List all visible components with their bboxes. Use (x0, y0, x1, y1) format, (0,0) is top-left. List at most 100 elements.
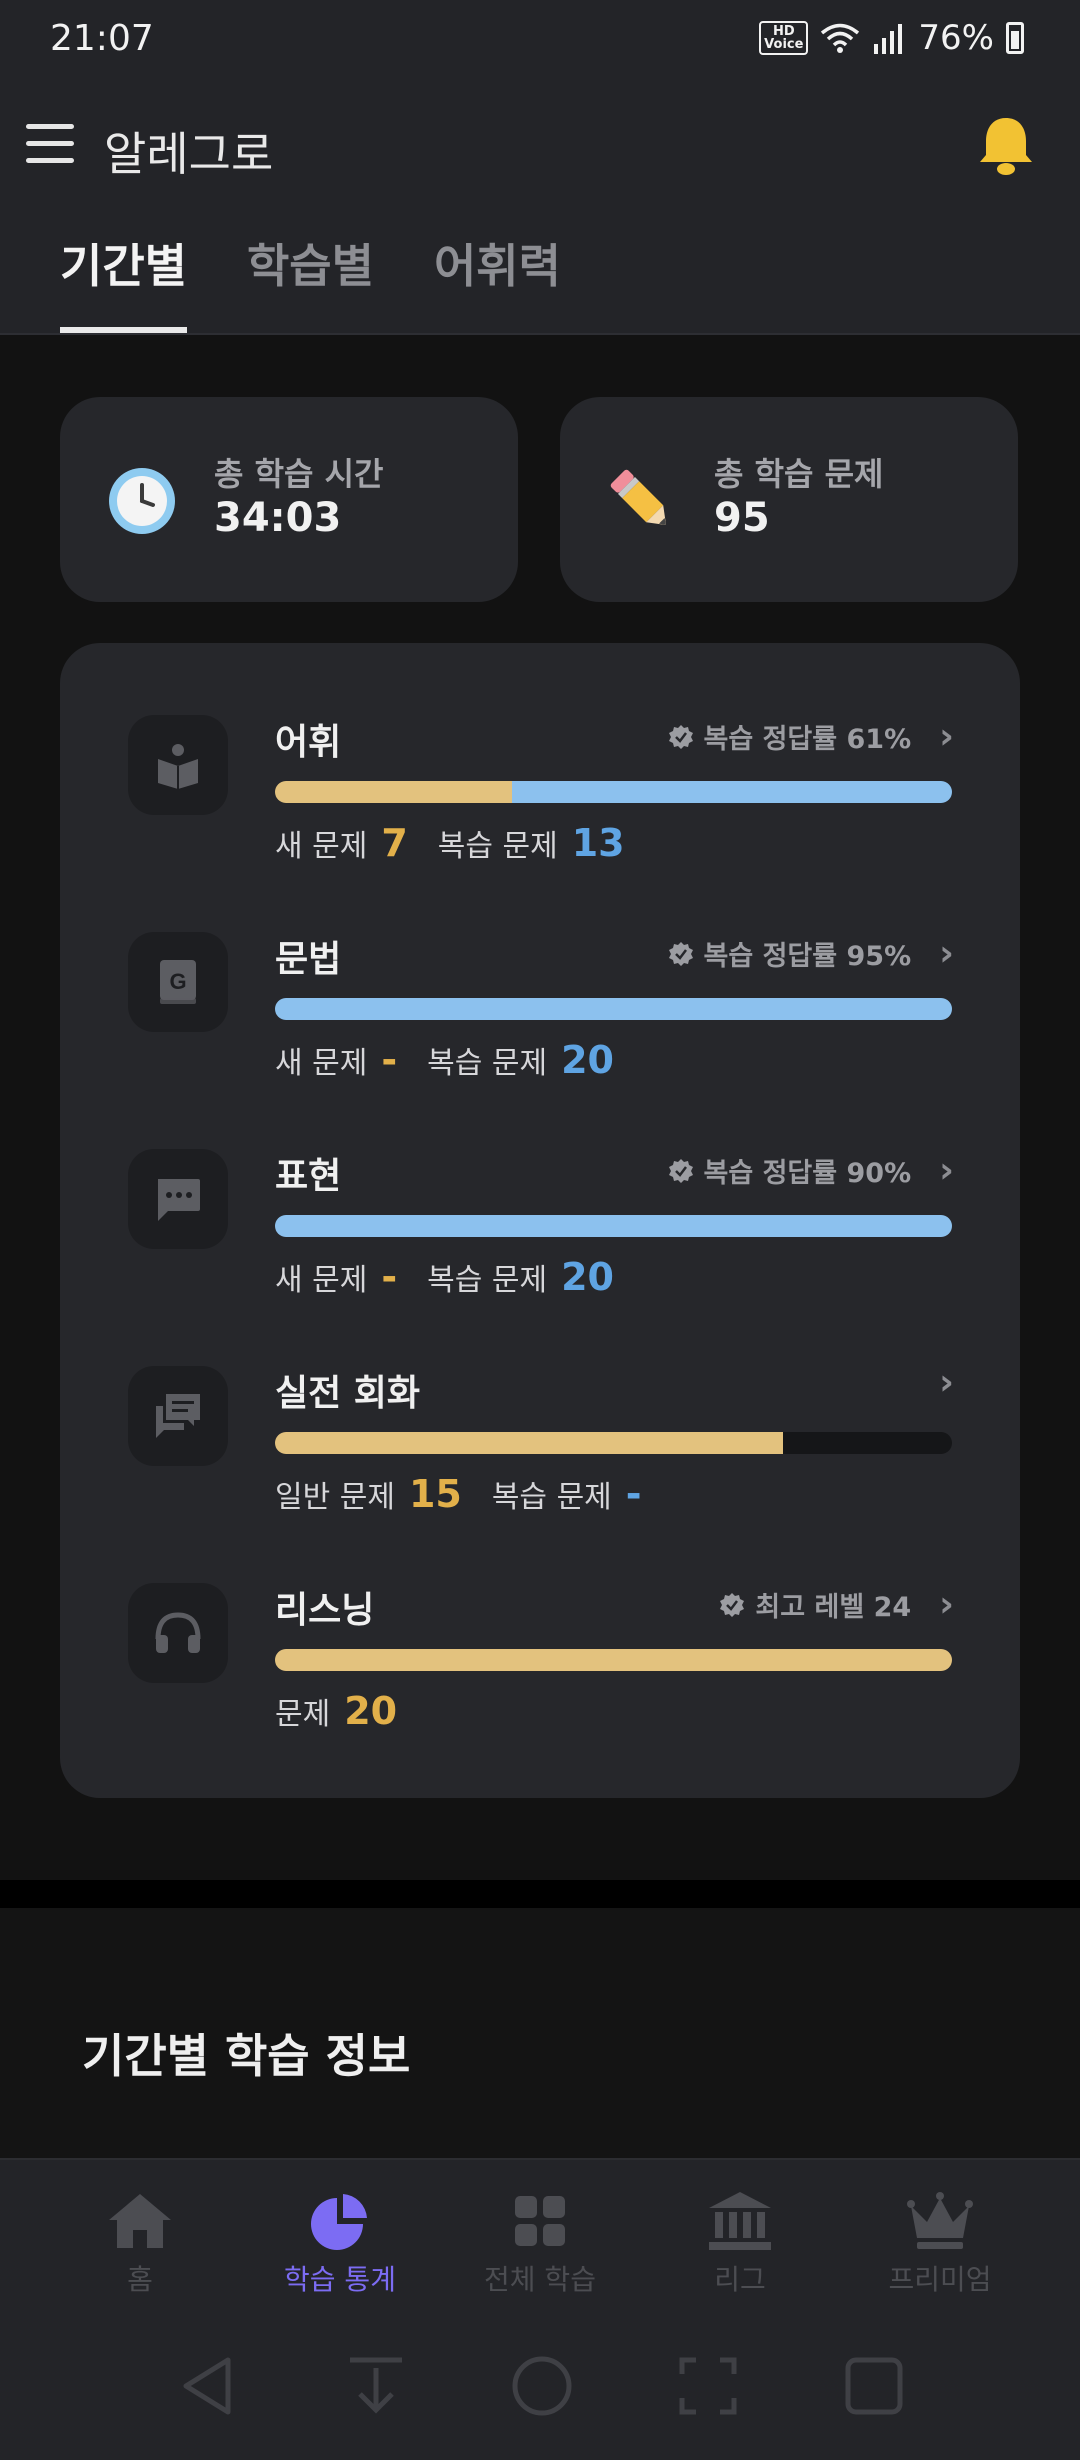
back-icon[interactable] (176, 2354, 240, 2418)
total-problems-label: 총 학습 문제 (714, 455, 884, 493)
general-count: 15 (408, 1472, 462, 1516)
home-circle-icon[interactable] (510, 2354, 574, 2418)
review-progress-fill (275, 998, 952, 1020)
nav-premium[interactable]: 프리미엄 (840, 2190, 1040, 2298)
headphones-icon (155, 1612, 201, 1653)
general-label: 일반 문제 (275, 1480, 395, 1515)
battery-percent: 76% (918, 18, 994, 58)
listening-icon-box (128, 1583, 228, 1683)
progress-bar (275, 1432, 952, 1454)
accuracy-text: 복습 정답률 95% (703, 941, 912, 972)
stat-row-conversation[interactable]: 실전 회화 › 일반 문제 15 복습 문제 - (60, 1294, 1020, 1516)
home-icon (109, 2194, 171, 2248)
review-label: 복습 문제 (437, 829, 558, 864)
review-progress-fill (275, 1215, 952, 1237)
stat-row-listening[interactable]: 리스닝 최고 레벨 24 › 문제 20 (60, 1511, 1020, 1733)
bank-icon (709, 2192, 771, 2250)
progress-bar (275, 998, 952, 1020)
stat-row-vocabulary[interactable]: 어휘 복습 정답률 61% › 새 문제 7 복습 문제 13 (60, 643, 1020, 865)
accuracy-text: 복습 정답률 61% (703, 724, 912, 755)
new-progress-fill (275, 1432, 783, 1454)
status-time: 21:07 (50, 18, 154, 59)
system-nav-bar (0, 2308, 1080, 2460)
signal-icon (874, 24, 903, 54)
nav-label: 프리미엄 (888, 2263, 992, 2296)
tab-vocabulary[interactable]: 어휘력 (434, 230, 561, 332)
new-count: - (381, 1038, 398, 1082)
review-label: 복습 문제 (491, 1480, 612, 1515)
stat-title: 문법 (275, 939, 342, 980)
stat-title: 리스닝 (275, 1590, 375, 1631)
verified-check-icon (720, 1592, 745, 1617)
review-count: 20 (561, 1255, 614, 1299)
nav-all-study[interactable]: 전체 학습 (440, 2190, 640, 2298)
app-header: 알레그로 기간별 학습별 어휘력 (0, 80, 1080, 335)
bottom-nav: 홈 학습 통계 전체 학습 리그 프리미엄 (0, 2158, 1080, 2308)
total-study-time-card: 총 학습 시간 34:03 (60, 397, 518, 602)
stat-row-grammar[interactable]: G 문법 복습 정답률 95% › 새 문제 - 복습 문제 20 (60, 860, 1020, 1082)
nav-home[interactable]: 홈 (40, 2190, 240, 2298)
hide-keyboard-icon[interactable] (344, 2354, 408, 2418)
nav-league[interactable]: 리그 (640, 2190, 840, 2298)
status-icons: HD Voice 76% (759, 18, 1024, 58)
pie-chart-icon (311, 2194, 367, 2250)
total-problems-value: 95 (714, 495, 770, 541)
stat-counts: 새 문제 7 복습 문제 13 (275, 821, 625, 865)
stat-title: 표현 (275, 1156, 342, 1197)
chevron-right-icon[interactable]: › (939, 1365, 954, 1401)
review-count: 20 (561, 1038, 614, 1082)
nav-stats[interactable]: 학습 통계 (240, 2190, 440, 2298)
verified-check-icon (668, 941, 693, 966)
conversation-icon-box (128, 1366, 228, 1466)
screenshot-capture-icon[interactable] (676, 2354, 740, 2418)
stat-counts: 일반 문제 15 복습 문제 - (275, 1472, 642, 1516)
review-count: - (625, 1472, 642, 1516)
crown-icon (907, 2192, 973, 2249)
wifi-icon (821, 23, 860, 53)
stat-badge: › (921, 1365, 954, 1401)
total-time-value: 34:03 (214, 495, 342, 541)
stat-title: 어휘 (275, 722, 342, 763)
problems-label: 문제 (275, 1697, 331, 1732)
section-divider (0, 1880, 1080, 1908)
stat-badge: 복습 정답률 61% › (668, 717, 954, 756)
period-info-section: 기간별 학습 정보 (0, 1908, 1080, 2158)
pencil-icon (610, 469, 667, 526)
review-progress-fill (511, 781, 952, 803)
tab-period[interactable]: 기간별 (60, 230, 187, 333)
bell-icon[interactable] (976, 114, 1036, 178)
nav-label: 리그 (714, 2263, 766, 2296)
stat-row-expression[interactable]: 표현 복습 정답률 90% › 새 문제 - 복습 문제 20 (60, 1077, 1020, 1299)
stat-badge: 복습 정답률 90% › (668, 1151, 954, 1190)
chevron-right-icon[interactable]: › (939, 1152, 954, 1188)
stat-badge: 최고 레벨 24 › (719, 1585, 954, 1624)
progress-bar (275, 1215, 952, 1237)
review-label: 복습 문제 (427, 1263, 548, 1298)
review-label: 복습 문제 (427, 1046, 548, 1081)
verified-check-icon (668, 1158, 693, 1183)
section-title: 기간별 학습 정보 (82, 2029, 411, 2083)
new-count: 7 (381, 821, 408, 865)
stat-counts: 문제 20 (275, 1689, 427, 1733)
expression-icon-box (128, 1149, 228, 1249)
chat-bubble-icon (158, 1179, 200, 1221)
tab-bar: 기간별 학습별 어휘력 (60, 230, 561, 333)
stat-counts: 새 문제 - 복습 문제 20 (275, 1038, 614, 1082)
recent-apps-icon[interactable] (842, 2354, 906, 2418)
new-label: 새 문제 (275, 1263, 368, 1298)
new-progress-fill (275, 1649, 952, 1671)
nav-label: 학습 통계 (284, 2263, 396, 2296)
chevron-right-icon[interactable]: › (939, 935, 954, 971)
chevron-right-icon[interactable]: › (939, 1586, 954, 1622)
total-problems-card: 총 학습 문제 95 (560, 397, 1018, 602)
stat-badge: 복습 정답률 95% › (668, 934, 954, 973)
chevron-right-icon[interactable]: › (939, 718, 954, 754)
tab-study[interactable]: 학습별 (247, 230, 374, 332)
grid-icon (515, 2196, 565, 2246)
menu-icon[interactable] (26, 124, 74, 168)
hd-voice-icon: HD Voice (759, 21, 809, 55)
svg-text:G: G (169, 969, 186, 994)
grammar-book-icon: G (160, 960, 196, 1004)
verified-check-icon (668, 724, 693, 749)
new-progress-fill (275, 781, 512, 803)
